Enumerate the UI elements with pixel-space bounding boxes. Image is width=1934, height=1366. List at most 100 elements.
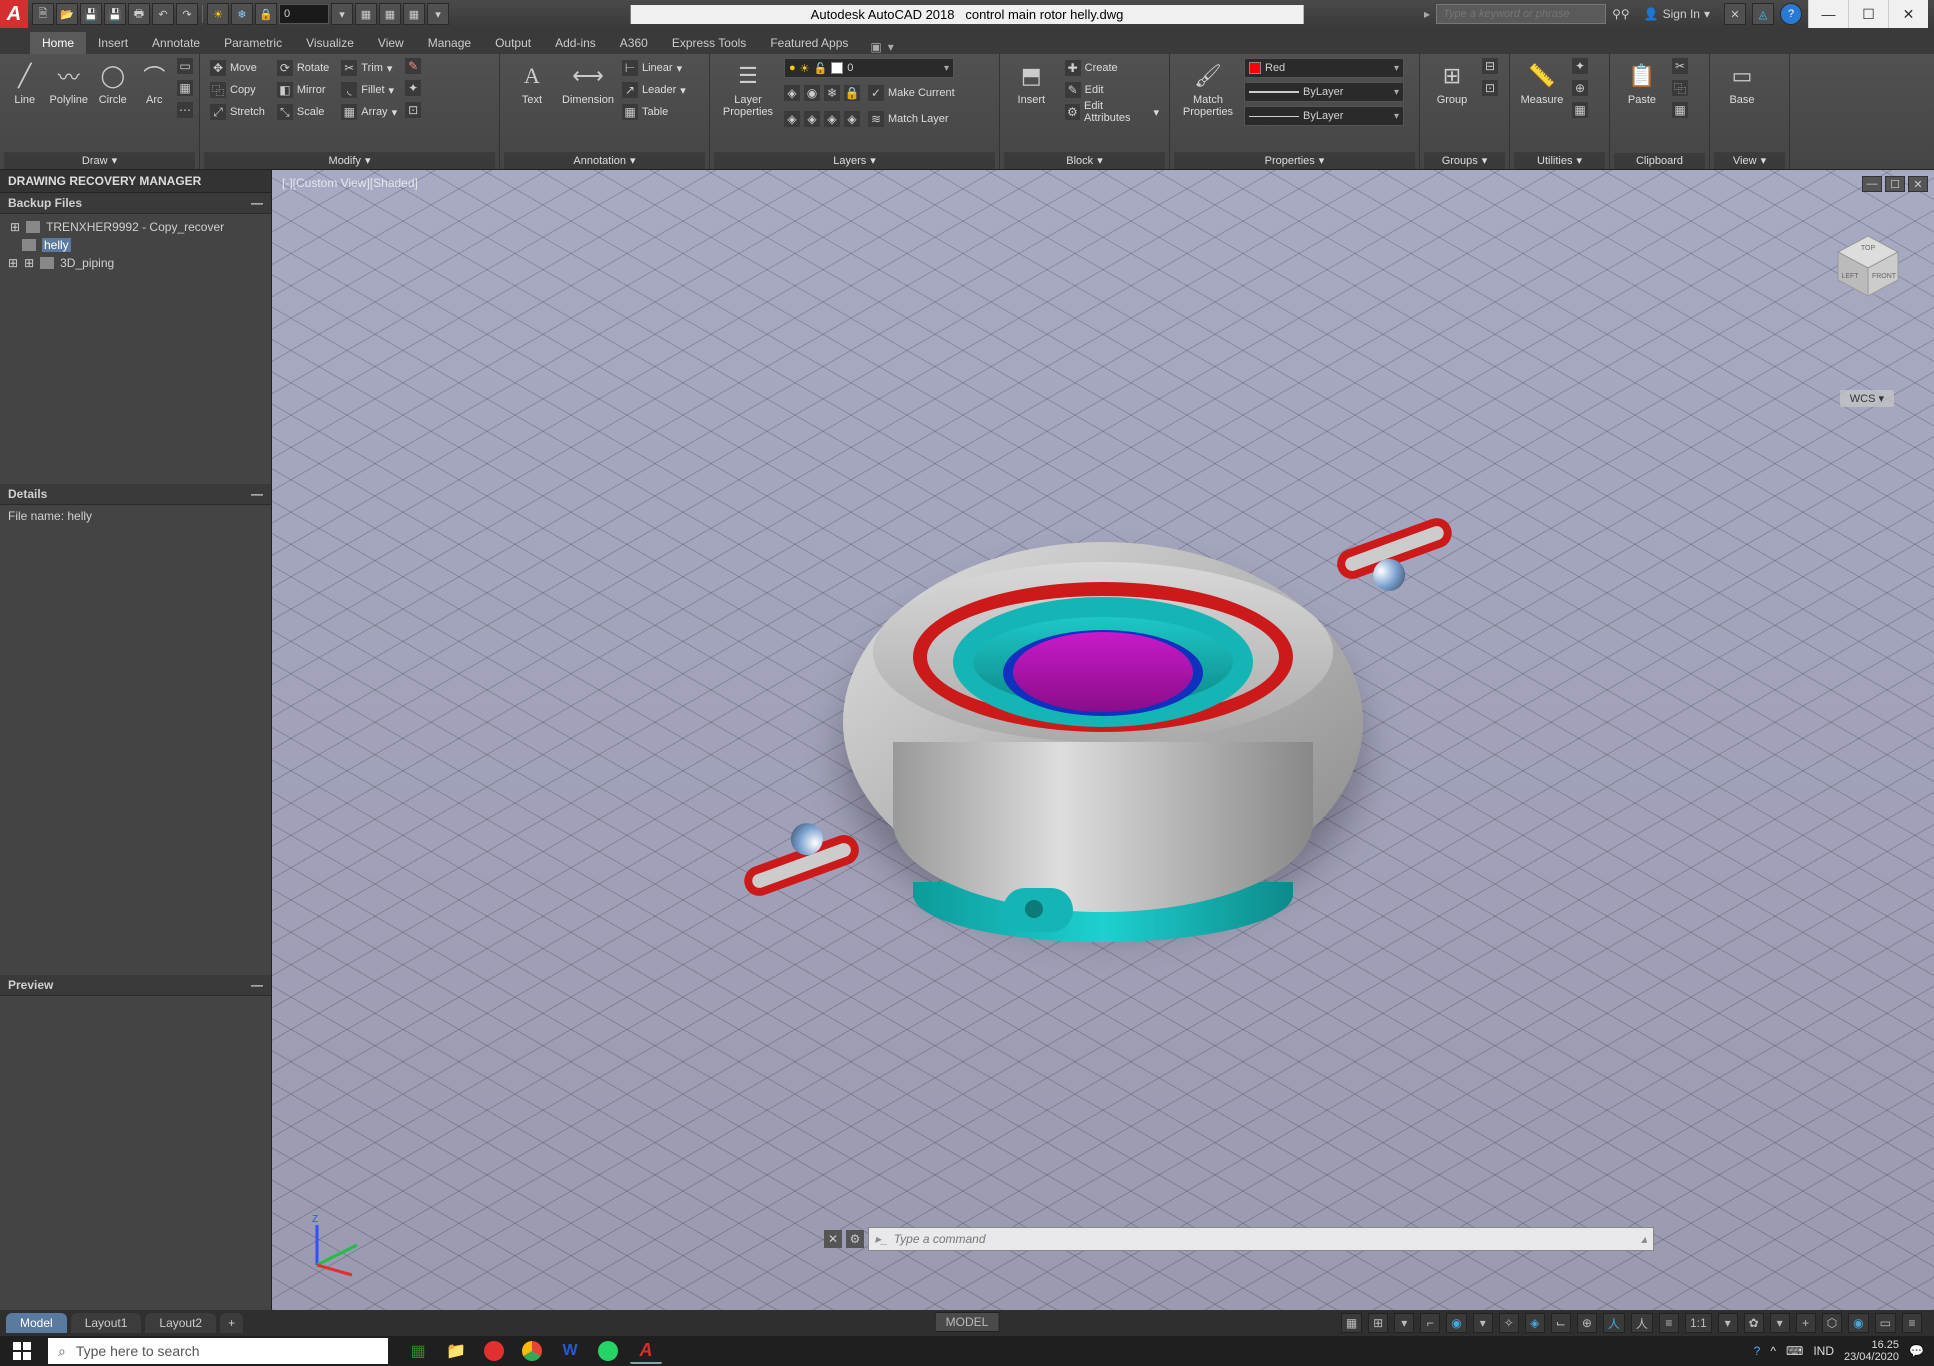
status-grid-icon[interactable]: ▦ <box>1341 1313 1362 1333</box>
viewcube[interactable]: TOP LEFT FRONT <box>1832 230 1904 302</box>
qat-save-icon[interactable]: 💾 <box>80 3 102 25</box>
taskbar-explorer-icon[interactable]: 📁 <box>440 1338 472 1364</box>
taskbar-whatsapp-icon[interactable] <box>592 1338 624 1364</box>
layer-dropdown[interactable]: ● ☀ 🔓 0 <box>784 58 954 78</box>
tab-output[interactable]: Output <box>483 32 543 54</box>
color-dropdown[interactable]: Red <box>1244 58 1404 78</box>
status-dyn-icon[interactable]: ⊕ <box>1577 1313 1597 1333</box>
taskbar-chrome-icon[interactable] <box>516 1338 548 1364</box>
paste-button[interactable]: 📋Paste <box>1616 58 1668 108</box>
taskbar-word-icon[interactable]: W <box>554 1338 586 1364</box>
status-dynucs-icon[interactable]: ⌙ <box>1551 1313 1571 1333</box>
status-dd-icon[interactable]: ▾ <box>1394 1313 1414 1333</box>
tab-play-icon[interactable]: ▣ <box>870 40 881 54</box>
panel-groups-title[interactable]: Groups ▾ <box>1424 152 1505 169</box>
circle-button[interactable]: ◯Circle <box>94 58 131 108</box>
layer4-icon[interactable]: ◈ <box>844 111 860 127</box>
panel-utilities-title[interactable]: Utilities ▾ <box>1514 152 1605 169</box>
panel-view-title[interactable]: View ▾ <box>1714 152 1785 169</box>
util1-icon[interactable]: ✦ <box>1572 58 1588 74</box>
qat-ws2-icon[interactable]: ▦ <box>379 3 401 25</box>
panel-layers-title[interactable]: Layers ▾ <box>714 152 995 169</box>
table-button[interactable]: ▦Table <box>618 102 690 122</box>
qat-dd2-icon[interactable]: ▾ <box>427 3 449 25</box>
fillet-button[interactable]: ◟Fillet ▾ <box>337 80 401 100</box>
start-button[interactable] <box>0 1336 44 1366</box>
vp-maximize-button[interactable]: ☐ <box>1885 176 1905 192</box>
collapse-icon[interactable]: — <box>251 196 263 210</box>
panel-draw-title[interactable]: Draw ▾ <box>4 152 195 169</box>
qat-open-icon[interactable]: 📂 <box>56 3 78 25</box>
qat-dd-icon[interactable]: ▾ <box>331 3 353 25</box>
status-3dosnap-icon[interactable]: ◈ <box>1525 1313 1545 1333</box>
window-maximize-button[interactable]: ☐ <box>1848 0 1888 28</box>
edit-block-button[interactable]: ✎Edit <box>1061 80 1163 100</box>
offset-icon[interactable]: ⊡ <box>405 102 421 118</box>
exchange-icon[interactable]: ✕ <box>1724 3 1746 25</box>
mirror-button[interactable]: ◧Mirror <box>273 80 333 100</box>
hatch-icon[interactable]: ▦ <box>177 80 193 96</box>
window-minimize-button[interactable]: — <box>1808 0 1848 28</box>
text-button[interactable]: AText <box>506 58 558 108</box>
window-close-button[interactable]: ✕ <box>1888 0 1928 28</box>
measure-button[interactable]: 📏Measure <box>1516 58 1568 108</box>
qat-undo-icon[interactable]: ↶ <box>152 3 174 25</box>
status-polar-icon[interactable]: ◉ <box>1446 1313 1466 1333</box>
lineweight-dropdown[interactable]: ByLayer <box>1244 82 1404 102</box>
tab-addins[interactable]: Add-ins <box>543 32 608 54</box>
move-button[interactable]: ✥Move <box>206 58 269 78</box>
tab-express[interactable]: Express Tools <box>660 32 758 54</box>
tree-item[interactable]: ⊞⊞3D_piping <box>8 254 263 272</box>
qat-redo-icon[interactable]: ↷ <box>176 3 198 25</box>
expand-icon[interactable]: ⊞ <box>10 220 20 234</box>
tray-help-icon[interactable]: ? <box>1754 1344 1761 1358</box>
status-iso2-icon[interactable]: 人 <box>1631 1313 1653 1333</box>
rotate-button[interactable]: ⟳Rotate <box>273 58 333 78</box>
cmd-close-button[interactable]: ✕ <box>824 1230 842 1248</box>
panel-annotation-title[interactable]: Annotation ▾ <box>504 152 705 169</box>
layerfrz-icon[interactable]: ❄ <box>824 85 840 101</box>
status-dd4-icon[interactable]: ▾ <box>1770 1313 1790 1333</box>
tab-a360[interactable]: A360 <box>608 32 660 54</box>
tree-item[interactable]: helly <box>8 236 263 254</box>
status-osnap-icon[interactable]: ✧ <box>1499 1313 1519 1333</box>
qat-ws1-icon[interactable]: ▦ <box>355 3 377 25</box>
match-properties-button[interactable]: 🖌Match Properties <box>1176 58 1240 120</box>
status-lw-icon[interactable]: ≡ <box>1659 1313 1679 1333</box>
qat-layer-input[interactable] <box>279 4 329 24</box>
panel-properties-title[interactable]: Properties ▾ <box>1174 152 1415 169</box>
status-scale[interactable]: 1:1 <box>1685 1313 1712 1333</box>
create-block-button[interactable]: ✚Create <box>1061 58 1163 78</box>
layer3-icon[interactable]: ◈ <box>824 111 840 127</box>
collapse-icon[interactable]: — <box>251 978 263 992</box>
base-button[interactable]: ▭Base <box>1716 58 1768 108</box>
match-layer-button[interactable]: ≋Match Layer <box>864 109 953 129</box>
tab-collapse-icon[interactable]: ▾ <box>888 40 894 54</box>
status-iso-icon[interactable]: 人 <box>1603 1313 1625 1333</box>
expand-icon[interactable]: ⊞ <box>8 256 18 270</box>
backup-files-header[interactable]: Backup Files— <box>0 193 271 214</box>
make-current-button[interactable]: ✓Make Current <box>864 83 959 103</box>
status-plus-icon[interactable]: + <box>1796 1313 1816 1333</box>
tab-featured[interactable]: Featured Apps <box>758 32 860 54</box>
dimension-button[interactable]: ⟷Dimension <box>562 58 614 108</box>
ucs-icon[interactable]: Z <box>302 1210 372 1280</box>
status-clean-icon[interactable]: ▭ <box>1875 1313 1896 1333</box>
array-button[interactable]: ▦Array ▾ <box>337 102 401 122</box>
infocenter-icon[interactable]: ⚲⚲ <box>1612 7 1630 21</box>
qat-ws3-icon[interactable]: ▦ <box>403 3 425 25</box>
linetype-dropdown[interactable]: ByLayer <box>1244 106 1404 126</box>
preview-header[interactable]: Preview— <box>0 975 271 996</box>
qat-print-icon[interactable]: 🖶 <box>128 3 150 25</box>
arc-button[interactable]: ⌒Arc <box>136 58 173 108</box>
qat-freeze-icon[interactable]: ❄ <box>231 3 253 25</box>
app-logo[interactable]: A <box>0 0 28 28</box>
erase-icon[interactable]: ✎ <box>405 58 421 74</box>
layer-properties-button[interactable]: ☰Layer Properties <box>716 58 780 120</box>
status-snap-icon[interactable]: ⊞ <box>1368 1313 1388 1333</box>
sign-in-button[interactable]: 👤 Sign In ▾ <box>1636 7 1718 21</box>
qat-lock-icon[interactable]: 🔒 <box>255 3 277 25</box>
status-isoplane-icon[interactable]: ⬡ <box>1822 1313 1842 1333</box>
taskbar-excel-icon[interactable]: ▦ <box>402 1338 434 1364</box>
collapse-icon[interactable]: — <box>251 487 263 501</box>
